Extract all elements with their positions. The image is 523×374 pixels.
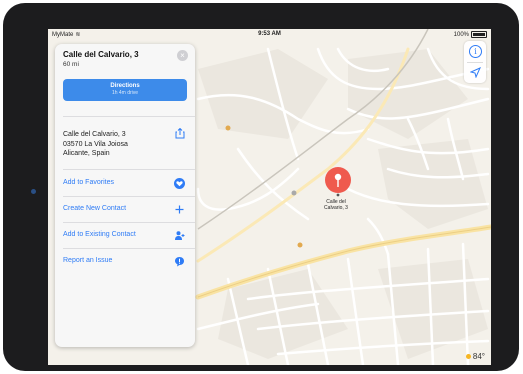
- divider: [63, 248, 195, 249]
- action-label: Add to Favorites: [63, 179, 114, 186]
- heart-icon: [174, 178, 185, 189]
- battery-percent: 100%: [453, 31, 469, 38]
- location-arrow-icon[interactable]: [470, 67, 481, 78]
- temperature: 84°: [472, 352, 485, 361]
- place-title: Calle del Calvario, 3: [63, 50, 139, 59]
- status-bar: MyMate ≋ 9:53 AM 100%: [48, 29, 491, 40]
- address-block: Calle del Calvario, 3 03570 La Vila Joio…: [63, 130, 128, 159]
- location-pin[interactable]: [324, 167, 352, 202]
- add-to-existing-contact-row[interactable]: Add to Existing Contact: [63, 229, 189, 243]
- plus-icon: [175, 205, 184, 214]
- screen: MyMate ≋ 9:53 AM 100% Calle del Calvario…: [48, 29, 491, 365]
- map-controls: i: [464, 41, 486, 83]
- ipad-frame: MyMate ≋ 9:53 AM 100% Calle del Calvario…: [3, 3, 519, 371]
- directions-subtitle: 1h 4m drive: [111, 90, 139, 96]
- info-icon[interactable]: i: [469, 45, 482, 58]
- divider: [63, 116, 195, 117]
- weather-indicator: 84°: [465, 352, 485, 361]
- address-line: 03570 La Vila Joiosa: [63, 140, 128, 148]
- action-label: Add to Existing Contact: [63, 231, 136, 238]
- action-label: Create New Contact: [63, 205, 127, 212]
- add-person-icon: [175, 231, 185, 240]
- share-icon[interactable]: [175, 128, 185, 139]
- controls-divider: [467, 62, 483, 63]
- directions-label: Directions: [110, 83, 140, 89]
- place-distance: 60 mi: [63, 61, 79, 68]
- sun-icon: [465, 354, 471, 359]
- front-camera: [31, 189, 36, 194]
- divider: [63, 169, 195, 170]
- speech-bubble-icon: [175, 257, 184, 267]
- clock: 9:53 AM: [258, 31, 281, 37]
- add-to-favorites-row[interactable]: Add to Favorites: [63, 177, 189, 191]
- place-card: Calle del Calvario, 3 60 mi × Directions…: [55, 44, 195, 347]
- divider: [63, 222, 195, 223]
- battery-icon: [471, 31, 487, 38]
- action-label: Report an Issue: [63, 257, 113, 264]
- pin-label-line2: Calvario, 3: [324, 205, 348, 211]
- directions-button[interactable]: Directions 1h 4m drive: [63, 79, 187, 101]
- create-new-contact-row[interactable]: Create New Contact: [63, 203, 189, 217]
- divider: [63, 196, 195, 197]
- pin-label: Calle del Calvario, 3: [316, 199, 356, 211]
- report-an-issue-row[interactable]: Report an Issue: [63, 255, 189, 269]
- map-pin-icon: [325, 167, 351, 197]
- address-line: Alicante, Spain: [63, 150, 110, 157]
- close-icon[interactable]: ×: [177, 50, 188, 61]
- address-line: Calle del Calvario, 3: [63, 131, 126, 138]
